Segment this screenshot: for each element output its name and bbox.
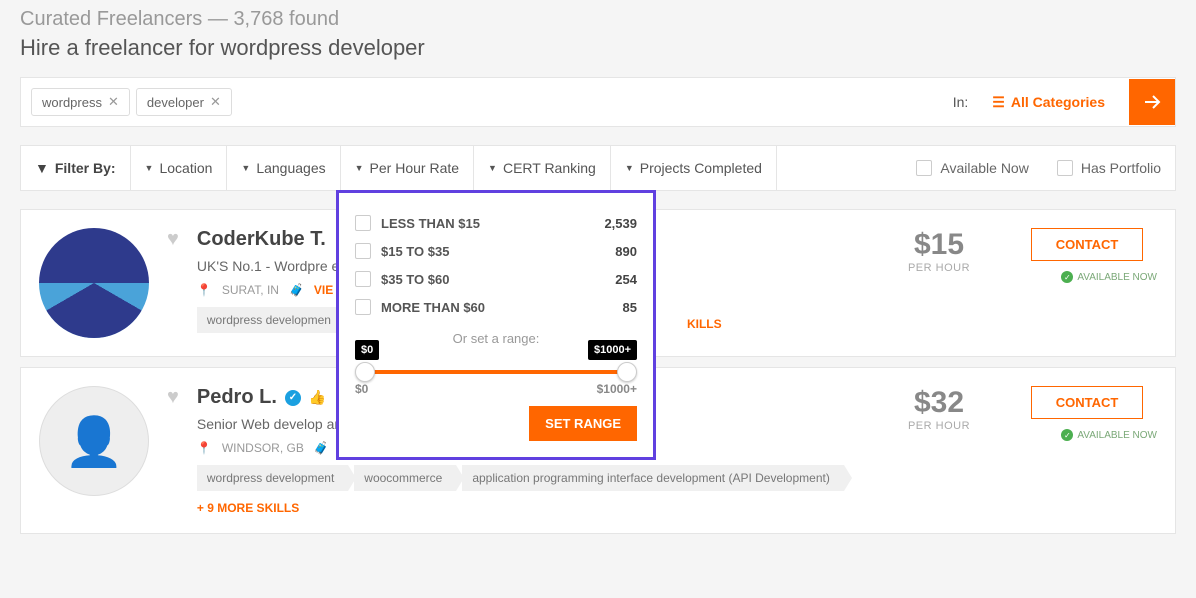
check-icon: ✓ bbox=[1061, 429, 1073, 441]
checkbox-icon bbox=[355, 243, 371, 259]
categories-link[interactable]: ☰ All Categories bbox=[978, 94, 1119, 111]
slider-handle-min[interactable] bbox=[355, 362, 375, 382]
filter-by-label: ▼ Filter By: bbox=[21, 146, 131, 190]
avatar[interactable]: 👤 bbox=[39, 386, 149, 496]
briefcase-icon: 🧳 bbox=[289, 283, 304, 297]
more-skills-link[interactable]: + 9 MORE SKILLS bbox=[197, 501, 299, 515]
slider-handle-max[interactable] bbox=[617, 362, 637, 382]
filter-has-portfolio[interactable]: Has Portfolio bbox=[1043, 146, 1175, 190]
set-range-button[interactable]: SET RANGE bbox=[529, 406, 637, 441]
thumbs-up-icon: 👍 bbox=[309, 389, 326, 406]
caret-down-icon: ▼ bbox=[488, 163, 497, 173]
location-pin-icon: 📍 bbox=[197, 441, 212, 455]
rate-option[interactable]: MORE THAN $60 85 bbox=[355, 293, 637, 321]
more-skills-link[interactable]: KILLS bbox=[687, 317, 722, 333]
arrow-right-icon bbox=[1140, 90, 1164, 114]
checkbox-icon bbox=[355, 299, 371, 315]
available-badge: ✓ AVAILABLE NOW bbox=[1017, 429, 1157, 441]
rate-slider[interactable]: $0 $1000+ bbox=[359, 370, 633, 374]
caret-down-icon: ▼ bbox=[355, 163, 364, 173]
caret-down-icon: ▼ bbox=[241, 163, 250, 173]
filter-available-now[interactable]: Available Now bbox=[902, 146, 1042, 190]
freelancer-location: WINDSOR, GB bbox=[222, 441, 304, 455]
location-pin-icon: 📍 bbox=[197, 283, 212, 297]
favorite-icon[interactable]: ♥ bbox=[167, 386, 179, 515]
result-count: 3,768 found bbox=[233, 8, 339, 30]
hourly-rate: $15 bbox=[879, 228, 999, 262]
view-link[interactable]: VIE bbox=[314, 283, 333, 297]
contact-button[interactable]: CONTACT bbox=[1031, 228, 1144, 261]
search-button[interactable] bbox=[1129, 79, 1175, 125]
list-icon: ☰ bbox=[992, 94, 1005, 111]
caret-down-icon: ▼ bbox=[145, 163, 154, 173]
hourly-rate: $32 bbox=[879, 386, 999, 420]
contact-button[interactable]: CONTACT bbox=[1031, 386, 1144, 419]
page-header: Curated Freelancers — 3,768 found Hire a… bbox=[20, 0, 1176, 77]
filter-bar: ▼ Filter By: ▼Location ▼Languages ▼Per H… bbox=[20, 145, 1176, 191]
filter-languages[interactable]: ▼Languages bbox=[227, 146, 340, 190]
verified-icon: ✓ bbox=[285, 390, 301, 406]
checkbox-icon bbox=[355, 271, 371, 287]
slider-max-label: $1000+ bbox=[588, 340, 637, 360]
avatar[interactable] bbox=[39, 228, 149, 338]
checkbox-icon bbox=[1057, 160, 1073, 176]
header-title: Curated Freelancers — bbox=[20, 8, 228, 30]
in-label: In: bbox=[953, 94, 969, 110]
checkbox-icon bbox=[355, 215, 371, 231]
skill-tag[interactable]: wordpress development bbox=[197, 465, 348, 491]
rate-unit: PER HOUR bbox=[879, 420, 999, 432]
skill-tag[interactable]: wordpress developmen bbox=[197, 307, 345, 333]
funnel-icon: ▼ bbox=[35, 160, 49, 176]
search-tag-developer[interactable]: developer ✕ bbox=[136, 88, 232, 116]
available-badge: ✓ AVAILABLE NOW bbox=[1017, 271, 1157, 283]
rate-option[interactable]: LESS THAN $15 2,539 bbox=[355, 209, 637, 237]
filter-location[interactable]: ▼Location bbox=[131, 146, 228, 190]
freelancer-location: SURAT, IN bbox=[222, 283, 279, 297]
checkbox-icon bbox=[916, 160, 932, 176]
slider-min-label: $0 bbox=[355, 340, 379, 360]
filter-per-hour-rate[interactable]: ▼Per Hour Rate bbox=[341, 146, 474, 190]
remove-tag-icon[interactable]: ✕ bbox=[210, 94, 221, 110]
caret-down-icon: ▼ bbox=[625, 163, 634, 173]
header-subtitle: Hire a freelancer for wordpress develope… bbox=[20, 35, 1176, 61]
briefcase-icon: 🧳 bbox=[314, 441, 329, 455]
search-bar: wordpress ✕ developer ✕ In: ☰ All Catego… bbox=[20, 77, 1176, 127]
favorite-icon[interactable]: ♥ bbox=[167, 228, 179, 338]
per-hour-rate-dropdown: LESS THAN $15 2,539 $15 TO $35 890 $35 T… bbox=[336, 190, 656, 460]
rate-option[interactable]: $35 TO $60 254 bbox=[355, 265, 637, 293]
skill-tag[interactable]: woocommerce bbox=[354, 465, 456, 491]
skill-tag[interactable]: application programming interface develo… bbox=[462, 465, 844, 491]
rate-option[interactable]: $15 TO $35 890 bbox=[355, 237, 637, 265]
check-icon: ✓ bbox=[1061, 271, 1073, 283]
filter-cert-ranking[interactable]: ▼CERT Ranking bbox=[474, 146, 611, 190]
slider-max-range: $1000+ bbox=[597, 382, 637, 396]
slider-min-range: $0 bbox=[355, 382, 368, 396]
filter-projects-completed[interactable]: ▼Projects Completed bbox=[611, 146, 777, 190]
remove-tag-icon[interactable]: ✕ bbox=[108, 94, 119, 110]
search-tag-wordpress[interactable]: wordpress ✕ bbox=[31, 88, 130, 116]
rate-unit: PER HOUR bbox=[879, 262, 999, 274]
